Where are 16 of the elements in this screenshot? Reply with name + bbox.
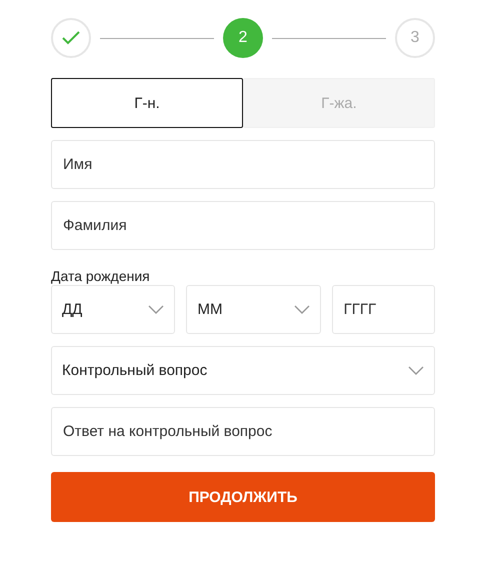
input-field[interactable]: Ответ на контрольный вопрос	[51, 407, 435, 456]
step-indicator: 3	[395, 18, 435, 58]
chevron-down-icon	[294, 305, 310, 314]
input-field[interactable]: Фамилия	[51, 201, 435, 250]
check-icon	[62, 31, 80, 45]
gender-tab[interactable]: Г-н.	[51, 78, 243, 128]
dropdown[interactable]: ММ	[186, 285, 321, 334]
continue-button[interactable]: ПРОДОЛЖИТЬ	[51, 472, 435, 522]
dropdown[interactable]: ДД	[51, 285, 176, 334]
chevron-down-icon	[408, 366, 424, 375]
field-label: Дата рождения	[51, 268, 151, 284]
step-indicator: 2	[223, 18, 263, 58]
input-field[interactable]: ГГГГ	[332, 285, 435, 334]
dropdown[interactable]: Контрольный вопрос	[51, 346, 435, 395]
input-field[interactable]: Имя	[51, 140, 435, 189]
chevron-down-icon	[148, 305, 164, 314]
